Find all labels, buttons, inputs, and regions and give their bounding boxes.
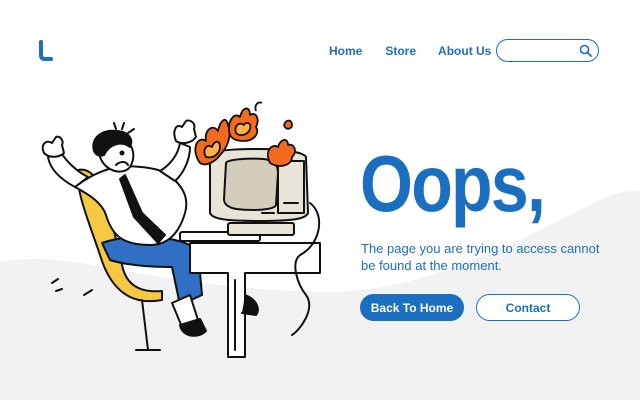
search-input[interactable]	[507, 43, 581, 60]
search-icon[interactable]	[579, 44, 592, 57]
frustrated-worker-illustration	[41, 101, 321, 358]
nav-link-home[interactable]: Home	[329, 43, 362, 59]
nav-link-store[interactable]: Store	[385, 43, 416, 59]
main-nav: Home Store About Us	[329, 43, 491, 59]
error-message: The page you are trying to access cannot…	[361, 241, 600, 273]
nav-link-about-us[interactable]: About Us	[438, 43, 491, 59]
brand-logo-icon[interactable]	[38, 40, 54, 62]
back-to-home-button[interactable]: Back To Home	[360, 294, 464, 321]
contact-button[interactable]: Contact	[476, 294, 580, 321]
search-box	[496, 39, 599, 62]
error-headline: Oops,	[360, 139, 546, 228]
